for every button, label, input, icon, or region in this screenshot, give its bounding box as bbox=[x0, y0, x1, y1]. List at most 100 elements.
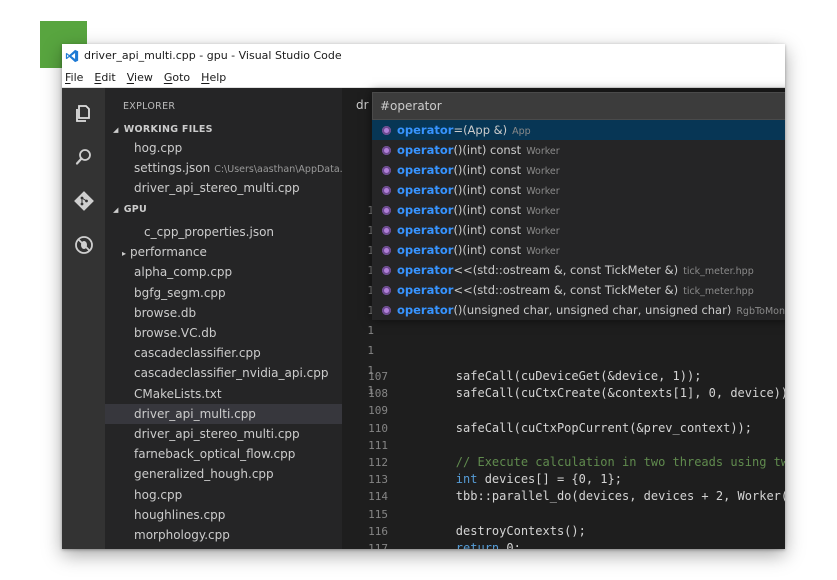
code-line[interactable]: int devices[] = {0, 1}; bbox=[398, 472, 622, 486]
method-symbol-icon bbox=[382, 146, 391, 155]
file-item[interactable]: browse.VC.db bbox=[105, 323, 342, 343]
line-number: 1 bbox=[348, 204, 374, 217]
working-file-item[interactable]: settings.jsonC:\Users\aasthan\AppData... bbox=[105, 158, 342, 178]
code-line[interactable]: safeCall(cuDeviceGet(&device, 1)); bbox=[398, 369, 701, 383]
file-item[interactable]: cascadeclassifier_nvidia_api.cpp bbox=[105, 363, 342, 383]
working-file-item[interactable]: hog.cpp bbox=[105, 138, 342, 158]
file-item[interactable]: generalized_hough.cpp bbox=[105, 464, 342, 484]
symbol-result-item[interactable]: operator=(App &)App bbox=[372, 120, 785, 140]
file-item[interactable]: morphology.cpp bbox=[105, 525, 342, 545]
quick-open-input-box bbox=[372, 92, 785, 120]
symbol-name: operator bbox=[397, 143, 453, 157]
collapse-triangle-icon: ◢ bbox=[113, 206, 119, 214]
code-line[interactable]: safeCall(cuCtxPopCurrent(&prev_context))… bbox=[398, 421, 752, 435]
menu-file[interactable]: File bbox=[65, 71, 83, 84]
symbol-signature: ()(int) const bbox=[453, 203, 521, 217]
symbol-result-item[interactable]: operator()(int) constWorker bbox=[372, 220, 785, 240]
code-text bbox=[398, 472, 456, 486]
method-symbol-icon bbox=[382, 186, 391, 195]
symbol-signature: <<(std::ostream &, const TickMeter &) bbox=[453, 263, 678, 277]
file-name: morphology.cpp bbox=[134, 528, 230, 542]
line-number: 112 bbox=[348, 456, 388, 469]
line-number: 1 bbox=[348, 264, 374, 277]
symbol-container: tick_meter.hpp bbox=[683, 266, 754, 277]
file-name: cascadeclassifier_nvidia_api.cpp bbox=[134, 366, 328, 380]
file-name: bgfg_segm.cpp bbox=[134, 286, 226, 300]
symbol-result-item[interactable]: operator()(int) constWorker bbox=[372, 180, 785, 200]
file-item[interactable]: driver_api_stereo_multi.cpp bbox=[105, 424, 342, 444]
menu-goto[interactable]: Goto bbox=[164, 71, 190, 84]
symbol-result-item[interactable]: operator()(int) constWorker bbox=[372, 200, 785, 220]
symbol-signature: ()(int) const bbox=[453, 143, 521, 157]
code-line[interactable]: return 0; bbox=[398, 541, 521, 549]
file-name: farneback_optical_flow.cpp bbox=[134, 447, 295, 461]
line-number: 114 bbox=[348, 490, 388, 503]
line-number: 1 bbox=[348, 284, 374, 297]
line-number: 109 bbox=[348, 404, 388, 417]
line-number: 116 bbox=[348, 525, 388, 538]
gpu-folder-header[interactable]: ◢GPU bbox=[113, 204, 147, 215]
symbol-result-item[interactable]: operator()(unsigned char, unsigned char,… bbox=[372, 300, 785, 320]
symbol-result-item[interactable]: operator<<(std::ostream &, const TickMet… bbox=[372, 260, 785, 280]
line-number: 108 bbox=[348, 387, 388, 400]
code-text: tbb::parallel_do(devices, devices + 2, W… bbox=[398, 489, 785, 503]
code-line[interactable]: safeCall(cuCtxCreate(&contexts[1], 0, de… bbox=[398, 386, 785, 400]
method-symbol-icon bbox=[382, 306, 391, 315]
working-files-header-label: WORKING FILES bbox=[124, 124, 213, 135]
symbol-result-item[interactable]: operator()(int) constWorker bbox=[372, 160, 785, 180]
code-text: safeCall(cuCtxCreate(&contexts[1], 0, de… bbox=[398, 386, 785, 400]
symbol-name: operator bbox=[397, 283, 453, 297]
vscode-window: driver_api_multi.cpp - gpu - Visual Stud… bbox=[62, 44, 785, 549]
file-item[interactable]: CMakeLists.txt bbox=[105, 384, 342, 404]
file-item[interactable]: cascadeclassifier.cpp bbox=[105, 343, 342, 363]
symbol-result-item[interactable]: operator<<(std::ostream &, const TickMet… bbox=[372, 280, 785, 300]
code-line[interactable]: // Execute calculation in two threads us… bbox=[398, 455, 785, 469]
search-icon[interactable] bbox=[73, 146, 95, 168]
file-item[interactable]: farneback_optical_flow.cpp bbox=[105, 444, 342, 464]
file-item[interactable]: bgfg_segm.cpp bbox=[105, 283, 342, 303]
symbol-name: operator bbox=[397, 123, 453, 137]
git-icon[interactable] bbox=[73, 190, 95, 212]
debug-icon[interactable] bbox=[73, 234, 95, 256]
file-name: cascadeclassifier.cpp bbox=[134, 346, 261, 360]
quick-open-input[interactable] bbox=[378, 96, 782, 116]
folder-item[interactable]: ▸ performance bbox=[105, 242, 342, 262]
code-text bbox=[398, 541, 456, 549]
menu-bar: File Edit View Goto Help bbox=[62, 67, 785, 88]
symbol-container: RgbToMonochrome bbox=[736, 306, 785, 317]
file-name: performance bbox=[130, 245, 207, 259]
quick-open-widget: operator=(App &)Appoperator()(int) const… bbox=[372, 92, 785, 320]
file-item[interactable]: driver_api_multi.cpp bbox=[105, 404, 342, 424]
code-line[interactable]: tbb::parallel_do(devices, devices + 2, W… bbox=[398, 489, 785, 503]
symbol-signature: ()(int) const bbox=[453, 223, 521, 237]
symbol-name: operator bbox=[397, 163, 453, 177]
menu-view[interactable]: View bbox=[127, 71, 153, 84]
file-item[interactable]: browse.db bbox=[105, 303, 342, 323]
symbol-result-item[interactable]: operator()(int) constWorker bbox=[372, 140, 785, 160]
editor-tab-label[interactable]: dr bbox=[356, 98, 369, 112]
code-text: safeCall(cuDeviceGet(&device, 1)); bbox=[398, 369, 701, 383]
symbol-container: Worker bbox=[526, 226, 559, 237]
files-icon[interactable] bbox=[73, 102, 95, 124]
file-item[interactable]: hog.cpp bbox=[105, 485, 342, 505]
code-keyword: return bbox=[456, 541, 499, 549]
file-name: hog.cpp bbox=[134, 488, 182, 502]
line-number: 117 bbox=[348, 542, 388, 549]
file-item[interactable]: houghlines.cpp bbox=[105, 505, 342, 525]
menu-help[interactable]: Help bbox=[201, 71, 226, 84]
file-item[interactable]: c_cpp_properties.json bbox=[105, 222, 342, 242]
file-name: alpha_comp.cpp bbox=[134, 265, 232, 279]
working-files-header[interactable]: ◢WORKING FILES bbox=[113, 124, 213, 135]
line-number: 1 bbox=[348, 304, 374, 317]
expand-triangle-icon: ▸ bbox=[122, 249, 126, 258]
symbol-result-item[interactable]: operator()(int) constWorker bbox=[372, 240, 785, 260]
menu-edit[interactable]: Edit bbox=[94, 71, 115, 84]
file-item[interactable]: alpha_comp.cpp bbox=[105, 262, 342, 282]
code-line[interactable]: destroyContexts(); bbox=[398, 524, 586, 538]
file-name: settings.json bbox=[134, 161, 210, 175]
symbol-name: operator bbox=[397, 263, 453, 277]
symbol-container: tick_meter.hpp bbox=[683, 286, 754, 297]
method-symbol-icon bbox=[382, 166, 391, 175]
working-file-item[interactable]: driver_api_stereo_multi.cpp bbox=[105, 178, 342, 198]
line-number: 115 bbox=[348, 508, 388, 521]
